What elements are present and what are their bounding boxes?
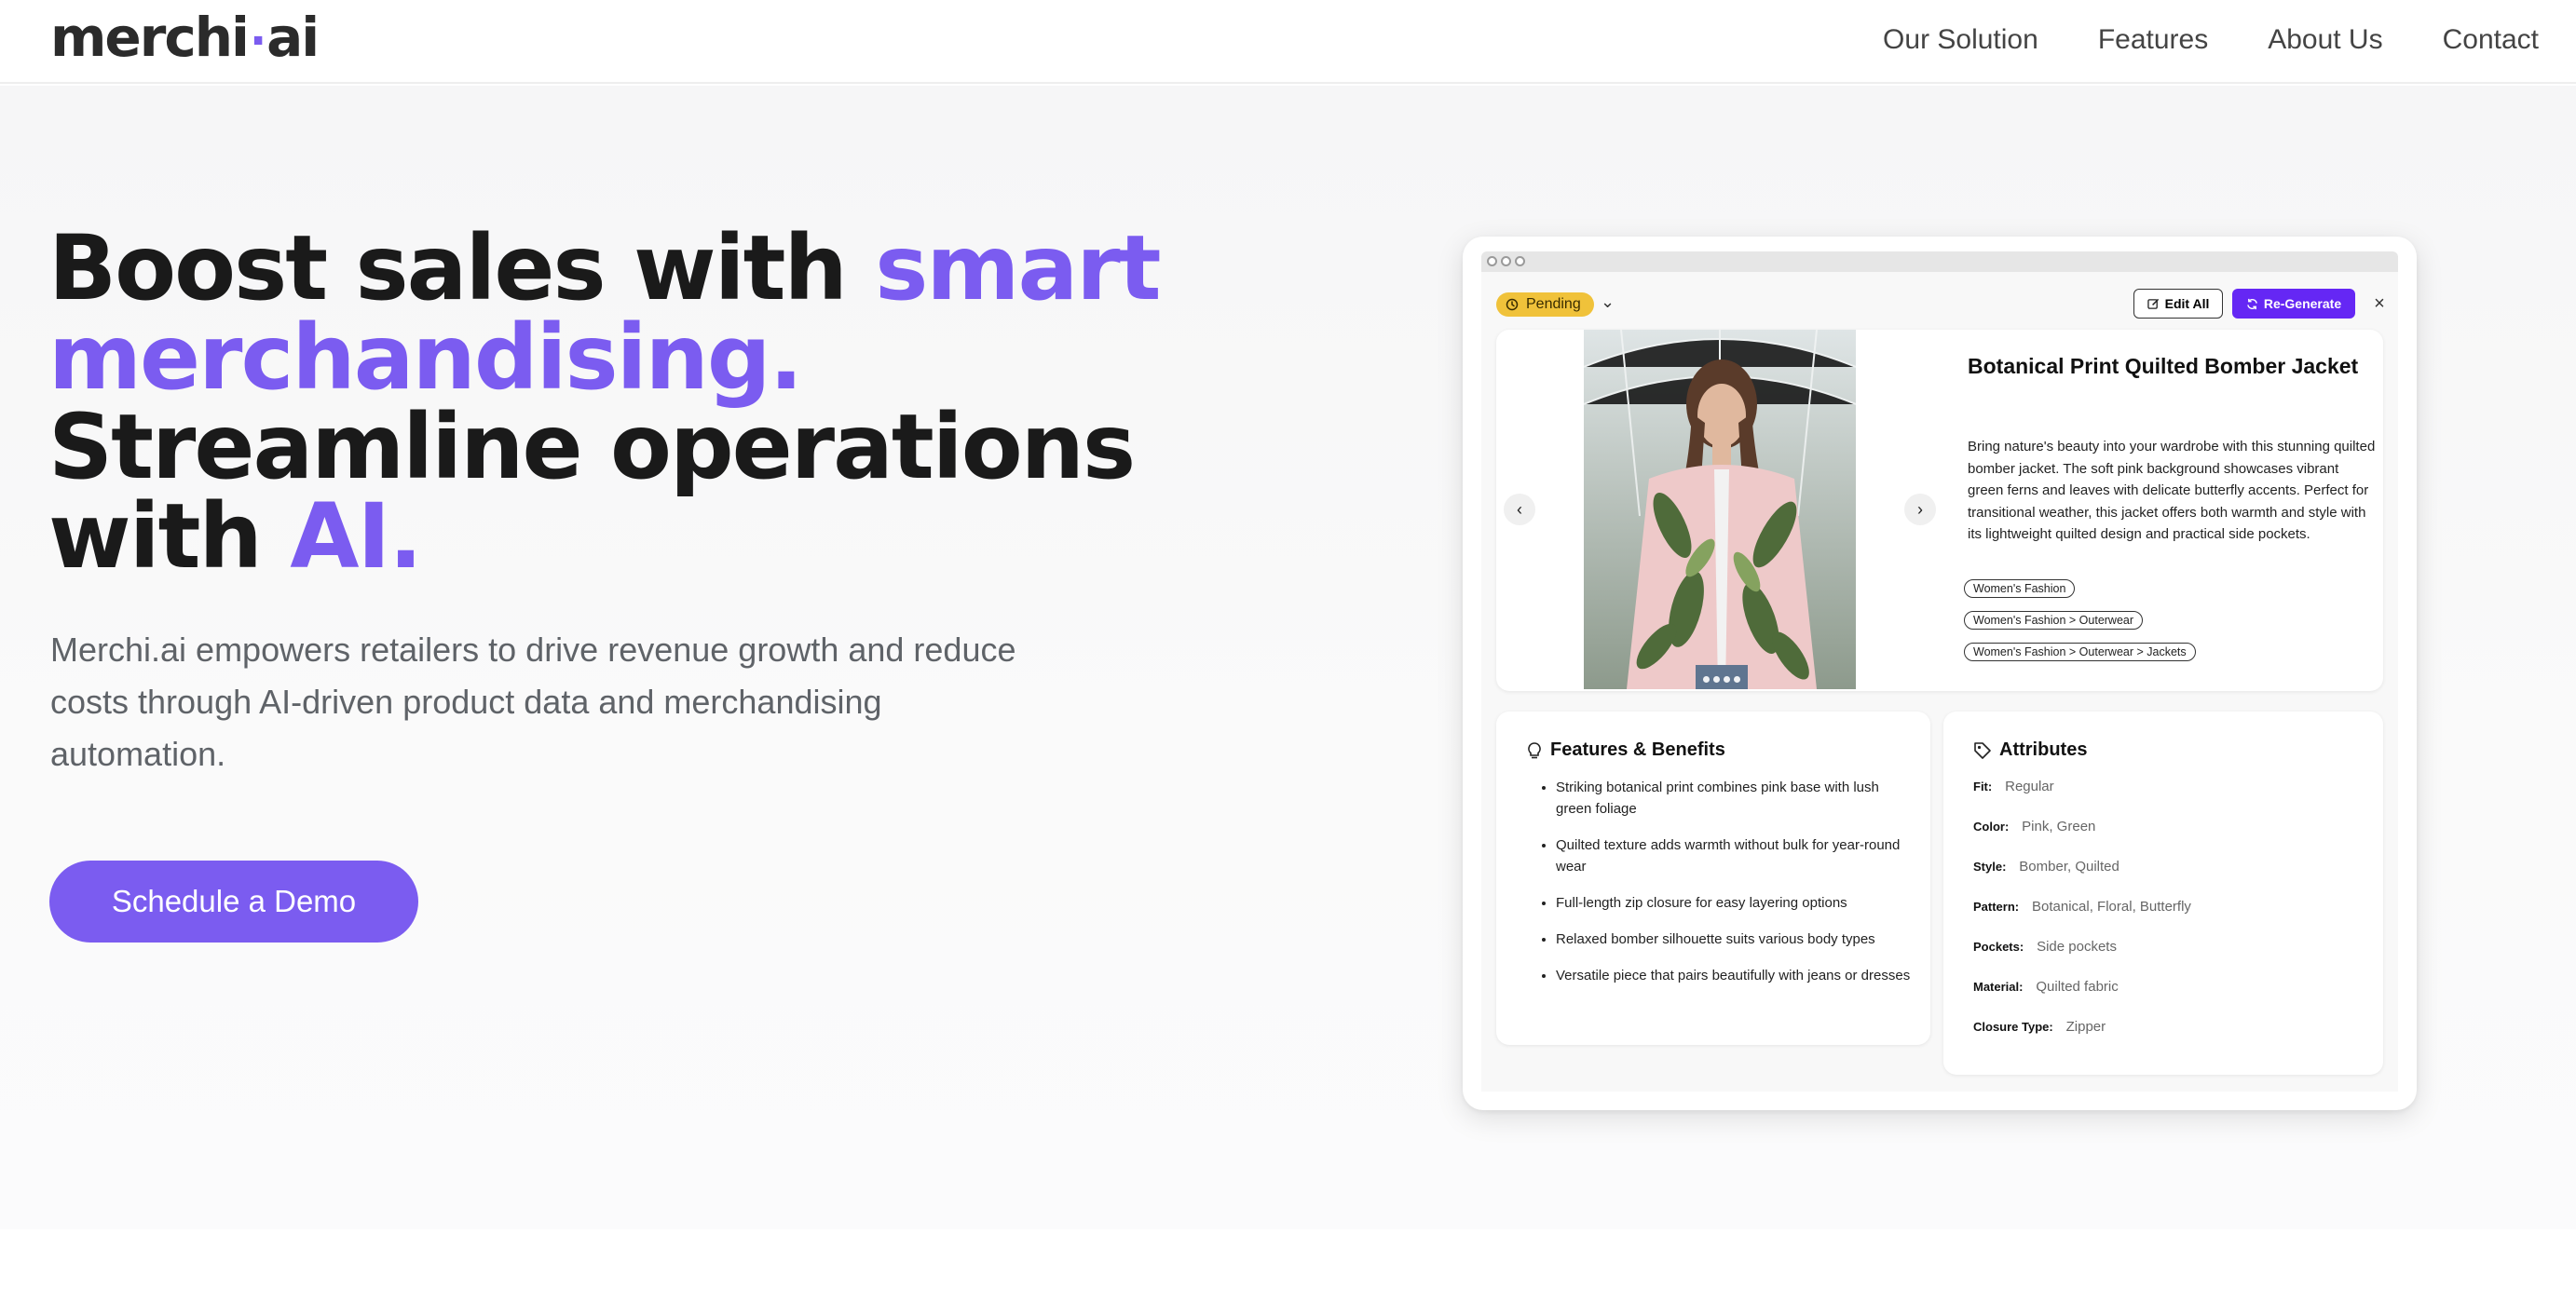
features-list: Striking botanical print combines pink b… — [1543, 777, 1915, 1001]
attributes-heading: Attributes — [1973, 739, 2087, 761]
edit-all-label: Edit All — [2164, 296, 2210, 311]
nav-links: Our Solution Features About Us Contact — [1883, 17, 2539, 63]
attribute-value: Botanical, Floral, Butterfly — [2032, 899, 2191, 915]
logo-text: merchi — [50, 6, 250, 69]
attribute-row: Pockets: Side pockets — [1973, 939, 2365, 979]
carousel-dots[interactable] — [1703, 676, 1740, 683]
nav-link-about-us[interactable]: About Us — [2268, 24, 2382, 56]
attribute-row: Style: Bomber, Quilted — [1973, 859, 2365, 899]
category-tag[interactable]: Women's Fashion > Outerwear > Jackets — [1964, 643, 2196, 661]
attributes-list: Fit: Regular Color: Pink, Green Style: B… — [1973, 779, 2365, 1059]
attribute-label: Pockets: — [1973, 940, 2024, 954]
logo-dot: · — [249, 15, 266, 67]
headline-accent-2: AI. — [290, 484, 422, 589]
attribute-value: Regular — [2005, 779, 2054, 794]
hero-subtext: Merchi.ai empowers retailers to drive re… — [50, 631, 1016, 773]
headline-text-2: Streamline operations with — [48, 395, 1136, 589]
chevron-left-icon[interactable]: ‹ — [1504, 494, 1535, 525]
attribute-label: Material: — [1973, 980, 2024, 994]
attribute-label: Pattern: — [1973, 900, 2020, 914]
attribute-value: Pink, Green — [2022, 819, 2096, 834]
attribute-label: Fit: — [1973, 780, 1993, 793]
product-photo-illustration — [1584, 330, 1856, 689]
nav-link-features[interactable]: Features — [2098, 24, 2208, 56]
product-image — [1584, 330, 1856, 689]
attribute-row: Pattern: Botanical, Floral, Butterfly — [1973, 899, 2365, 939]
logo[interactable]: merchi · ai — [50, 6, 320, 71]
window-title-bar — [1481, 251, 2398, 272]
attribute-value: Zipper — [2065, 1019, 2106, 1035]
attributes-card: Attributes Fit: Regular Color: Pink, Gre… — [1943, 712, 2383, 1075]
category-tag[interactable]: Women's Fashion — [1964, 579, 2076, 598]
features-heading: Features & Benefits — [1526, 739, 1725, 761]
app-preview-content: Pending ⌄ Edit All Re-Generate × ‹ › Bot… — [1481, 272, 2398, 1092]
attribute-row: Fit: Regular — [1973, 779, 2365, 819]
attribute-row: Closure Type: Zipper — [1973, 1019, 2365, 1059]
edit-icon — [2147, 298, 2159, 309]
features-title: Features & Benefits — [1550, 739, 1725, 760]
lightbulb-icon — [1528, 741, 1541, 758]
attribute-value: Quilted fabric — [2036, 979, 2119, 995]
app-preview-window: Pending ⌄ Edit All Re-Generate × ‹ › Bot… — [1463, 237, 2417, 1110]
logo-suffix: ai — [266, 6, 320, 69]
list-item: Versatile piece that pairs beautifully w… — [1556, 965, 1915, 986]
list-item: Relaxed bomber silhouette suits various … — [1556, 929, 1915, 950]
chevron-right-icon[interactable]: › — [1904, 494, 1936, 525]
category-tag[interactable]: Women's Fashion > Outerwear — [1964, 611, 2144, 630]
product-card: ‹ › Botanical Print Quilted Bomber Jacke… — [1496, 330, 2383, 691]
attribute-row: Color: Pink, Green — [1973, 819, 2365, 859]
product-title: Botanical Print Quilted Bomber Jacket — [1968, 354, 2359, 378]
attribute-label: Closure Type: — [1973, 1020, 2053, 1034]
regenerate-label: Re-Generate — [2263, 296, 2342, 311]
close-icon[interactable]: × — [2366, 291, 2392, 317]
features-card: Features & Benefits Striking botanical p… — [1496, 712, 1930, 1045]
window-dot-icon — [1515, 256, 1525, 266]
attribute-value: Side pockets — [2037, 939, 2117, 955]
top-nav: merchi · ai Our Solution Features About Us… — [0, 0, 2576, 84]
category-tags: Women's Fashion Women's Fashion > Outerw… — [1964, 579, 2196, 661]
list-item: Quilted texture adds warmth without bulk… — [1556, 834, 1915, 877]
attribute-label: Color: — [1973, 820, 2010, 834]
status-badge-label: Pending — [1526, 296, 1581, 312]
window-dot-icon — [1487, 256, 1497, 266]
product-description: Bring nature's beauty into your wardrobe… — [1968, 439, 2376, 542]
nav-link-contact[interactable]: Contact — [2443, 24, 2539, 56]
edit-all-button[interactable]: Edit All — [2133, 289, 2223, 319]
window-dot-icon — [1501, 256, 1511, 266]
nav-link-our-solution[interactable]: Our Solution — [1883, 24, 2038, 56]
attribute-row: Material: Quilted fabric — [1973, 979, 2365, 1019]
list-item: Full-length zip closure for easy layerin… — [1556, 892, 1915, 914]
clock-icon — [1506, 298, 1519, 311]
attribute-value: Bomber, Quilted — [2019, 859, 2119, 875]
attribute-label: Style: — [1973, 860, 2007, 874]
list-item: Striking botanical print combines pink b… — [1556, 777, 1915, 820]
regenerate-button[interactable]: Re-Generate — [2232, 289, 2355, 319]
status-badge[interactable]: Pending — [1496, 292, 1594, 317]
tag-icon — [1974, 741, 1991, 759]
schedule-demo-button[interactable]: Schedule a Demo — [49, 861, 418, 943]
chevron-down-icon[interactable]: ⌄ — [1601, 292, 1615, 312]
hero-headline: Boost sales with smart merchandising. St… — [48, 224, 1353, 581]
attributes-title: Attributes — [1999, 739, 2088, 760]
refresh-icon — [2247, 298, 2257, 309]
